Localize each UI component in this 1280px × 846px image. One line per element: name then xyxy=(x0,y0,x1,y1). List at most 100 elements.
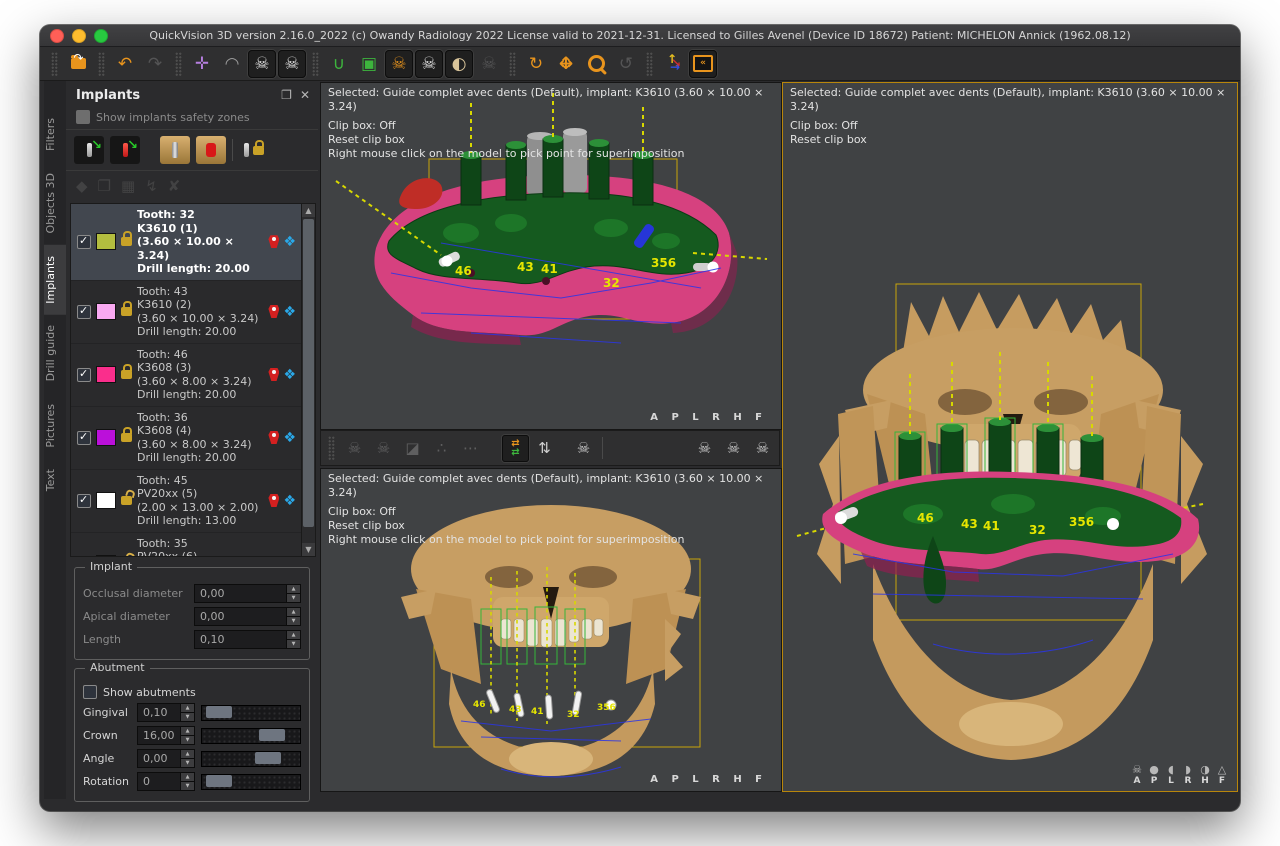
slider-thumb[interactable] xyxy=(206,706,232,718)
spinner-up-button[interactable]: ▲ xyxy=(181,773,194,782)
lock-icon[interactable] xyxy=(121,370,132,379)
implant-in-red-button[interactable]: ↘ xyxy=(110,136,140,164)
implant-list-item[interactable]: Tooth: 45 PV20xx (5) (2.00 × 13.00 × 2.0… xyxy=(71,470,302,533)
move-implant-icon[interactable]: ❖ xyxy=(283,494,296,508)
implant-visible-checkbox[interactable] xyxy=(77,305,91,319)
lock-icon[interactable] xyxy=(121,237,132,246)
spinner-up-button[interactable]: ▲ xyxy=(181,750,194,759)
rotate-tool-button[interactable]: ↻ xyxy=(522,50,550,78)
implant-visible-checkbox[interactable] xyxy=(77,431,91,445)
clip-box-status[interactable]: Clip box: Off xyxy=(790,119,1237,133)
show-abutments-checkbox[interactable] xyxy=(83,685,97,699)
viewport-guide-occlusal[interactable]: Selected: Guide complet avec dents (Defa… xyxy=(320,82,782,430)
compare-arches-button[interactable]: ⇄⇄ xyxy=(502,435,529,462)
undo-button[interactable]: ↶ xyxy=(111,50,139,78)
spinner-down-button[interactable]: ▼ xyxy=(287,594,300,602)
reset-clip-box-link[interactable]: Reset clip box xyxy=(328,133,781,147)
superimpose-a-button[interactable]: ☠ xyxy=(341,435,368,462)
spinner-down-button[interactable]: ▼ xyxy=(181,736,194,744)
orientation-right[interactable]: ◗R xyxy=(1181,764,1195,786)
open-project-button[interactable]: ↷ xyxy=(64,50,92,78)
axes-tool-button[interactable]: ↑↘→ xyxy=(659,50,687,78)
apical-diameter-spinner[interactable]: 0,00▲▼ xyxy=(194,607,301,626)
zoom-tool-button[interactable] xyxy=(582,50,610,78)
points-grid-button[interactable]: ⋯ xyxy=(457,435,484,462)
toolbar-grip[interactable] xyxy=(509,52,516,76)
close-panel-icon[interactable]: ✕ xyxy=(300,88,310,102)
toolbar-grip[interactable] xyxy=(646,52,653,76)
slider-thumb[interactable] xyxy=(255,752,281,764)
tab-implants[interactable]: Implants xyxy=(44,245,66,315)
implant-icon[interactable] xyxy=(268,431,279,444)
implant-list-item[interactable]: Tooth: 32 K3610 (1) (3.60 × 10.00 × 3.24… xyxy=(71,204,302,281)
lock-icon[interactable] xyxy=(121,307,132,316)
implant-color-swatch[interactable] xyxy=(96,303,116,320)
spinner-up-button[interactable]: ▲ xyxy=(181,704,194,713)
free-rotate-tool-button[interactable]: ↺ xyxy=(612,50,640,78)
float-panel-icon[interactable]: ❐ xyxy=(281,88,292,102)
slider-thumb[interactable] xyxy=(206,775,232,787)
orientation-anterior[interactable]: ☠A xyxy=(1130,764,1144,786)
points-sparse-button[interactable]: ∴ xyxy=(428,435,455,462)
clip-box-status[interactable]: Clip box: Off xyxy=(328,119,781,133)
toolbar-grip[interactable] xyxy=(328,436,335,460)
implant-visible-checkbox[interactable] xyxy=(77,235,91,249)
show-jaw-guide-button[interactable]: ☠ xyxy=(385,50,413,78)
tab-drill-guide[interactable]: Drill guide xyxy=(44,314,66,392)
spinner-up-button[interactable]: ▲ xyxy=(181,727,194,736)
toggle-panels-button[interactable]: « xyxy=(689,50,717,78)
toolbar-grip[interactable] xyxy=(51,52,58,76)
scrollbar-thumb[interactable] xyxy=(303,219,314,527)
reset-clip-box-link[interactable]: Reset clip box xyxy=(790,133,1237,147)
show-skull-button[interactable]: ☠ xyxy=(415,50,443,78)
move-implant-icon[interactable]: ❖ xyxy=(283,431,296,445)
spinner-down-button[interactable]: ▼ xyxy=(287,617,300,625)
orientation-posterior[interactable]: ●P xyxy=(1147,764,1161,786)
eraser-button[interactable]: ◪ xyxy=(399,435,426,462)
implant-bone-block-button[interactable] xyxy=(160,136,190,164)
orientation-half[interactable]: ◑H xyxy=(1198,764,1212,786)
length-spinner[interactable]: 0,10▲▼ xyxy=(194,630,301,649)
show-arch-button[interactable]: ∪ xyxy=(325,50,353,78)
implant-color-swatch[interactable] xyxy=(96,366,116,383)
implant-lock-button[interactable] xyxy=(239,136,269,164)
tab-objects-3d[interactable]: Objects 3D xyxy=(44,162,66,245)
viewport-skull-front[interactable]: Selected: Guide complet avec dents (Defa… xyxy=(320,468,782,792)
list-scrollbar[interactable]: ▲ ▼ xyxy=(301,204,315,556)
skull-half-split-button[interactable]: ☠ xyxy=(720,435,747,462)
spinner-up-button[interactable]: ▲ xyxy=(287,608,300,617)
angle-spinner[interactable]: 0,00▲▼ xyxy=(137,749,195,768)
tab-text[interactable]: Text xyxy=(44,458,66,502)
implant-color-swatch[interactable] xyxy=(96,555,116,556)
layout-panoramic-button[interactable]: ◠ xyxy=(218,50,246,78)
swap-models-button[interactable]: ⇅ xyxy=(531,435,558,462)
implant-icon[interactable] xyxy=(268,235,279,248)
slider-thumb[interactable] xyxy=(259,729,285,741)
gingival-spinner[interactable]: 0,10▲▼ xyxy=(137,703,195,722)
implant-color-swatch[interactable] xyxy=(96,492,116,509)
move-implant-icon[interactable]: ❖ xyxy=(283,305,296,319)
clip-box-status[interactable]: Clip box: Off xyxy=(328,505,781,519)
paste-implant-button[interactable]: ▦ xyxy=(121,177,135,195)
implant-visible-checkbox[interactable] xyxy=(77,494,91,508)
crown-spinner[interactable]: 16,00▲▼ xyxy=(137,726,195,745)
implant-list-item[interactable]: Tooth: 36 K3608 (4) (3.60 × 8.00 × 3.24)… xyxy=(71,407,302,470)
move-implant-icon[interactable]: ❖ xyxy=(283,235,296,249)
implant-color-swatch[interactable] xyxy=(96,233,116,250)
orientation-left[interactable]: ◖L xyxy=(1164,764,1178,786)
tab-pictures[interactable]: Pictures xyxy=(44,393,66,459)
show-skull-extra-button[interactable]: ☠ xyxy=(475,50,503,78)
implant-color-swatch[interactable] xyxy=(96,429,116,446)
safety-zones-checkbox[interactable] xyxy=(76,110,90,124)
occlusal-diameter-spinner[interactable]: 0,00▲▼ xyxy=(194,584,301,603)
rotation-spinner[interactable]: 0▲▼ xyxy=(137,772,195,791)
title-bar[interactable]: QuickVision 3D version 2.16.0_2022 (c) O… xyxy=(40,25,1240,47)
angle-slider[interactable] xyxy=(201,751,301,767)
spinner-down-button[interactable]: ▼ xyxy=(181,759,194,767)
layout-implant-skull-button[interactable]: ☠ xyxy=(248,50,276,78)
lock-icon[interactable] xyxy=(121,433,132,442)
implant-list-item[interactable]: Tooth: 35 PV20xx (6) (2.00 × 13.00 × 2.0… xyxy=(71,533,302,557)
viewport-skull-guide-large[interactable]: Selected: Guide complet avec dents (Defa… xyxy=(782,82,1238,792)
gingival-slider[interactable] xyxy=(201,705,301,721)
mirror-implant-button[interactable]: ◆ xyxy=(76,177,88,195)
